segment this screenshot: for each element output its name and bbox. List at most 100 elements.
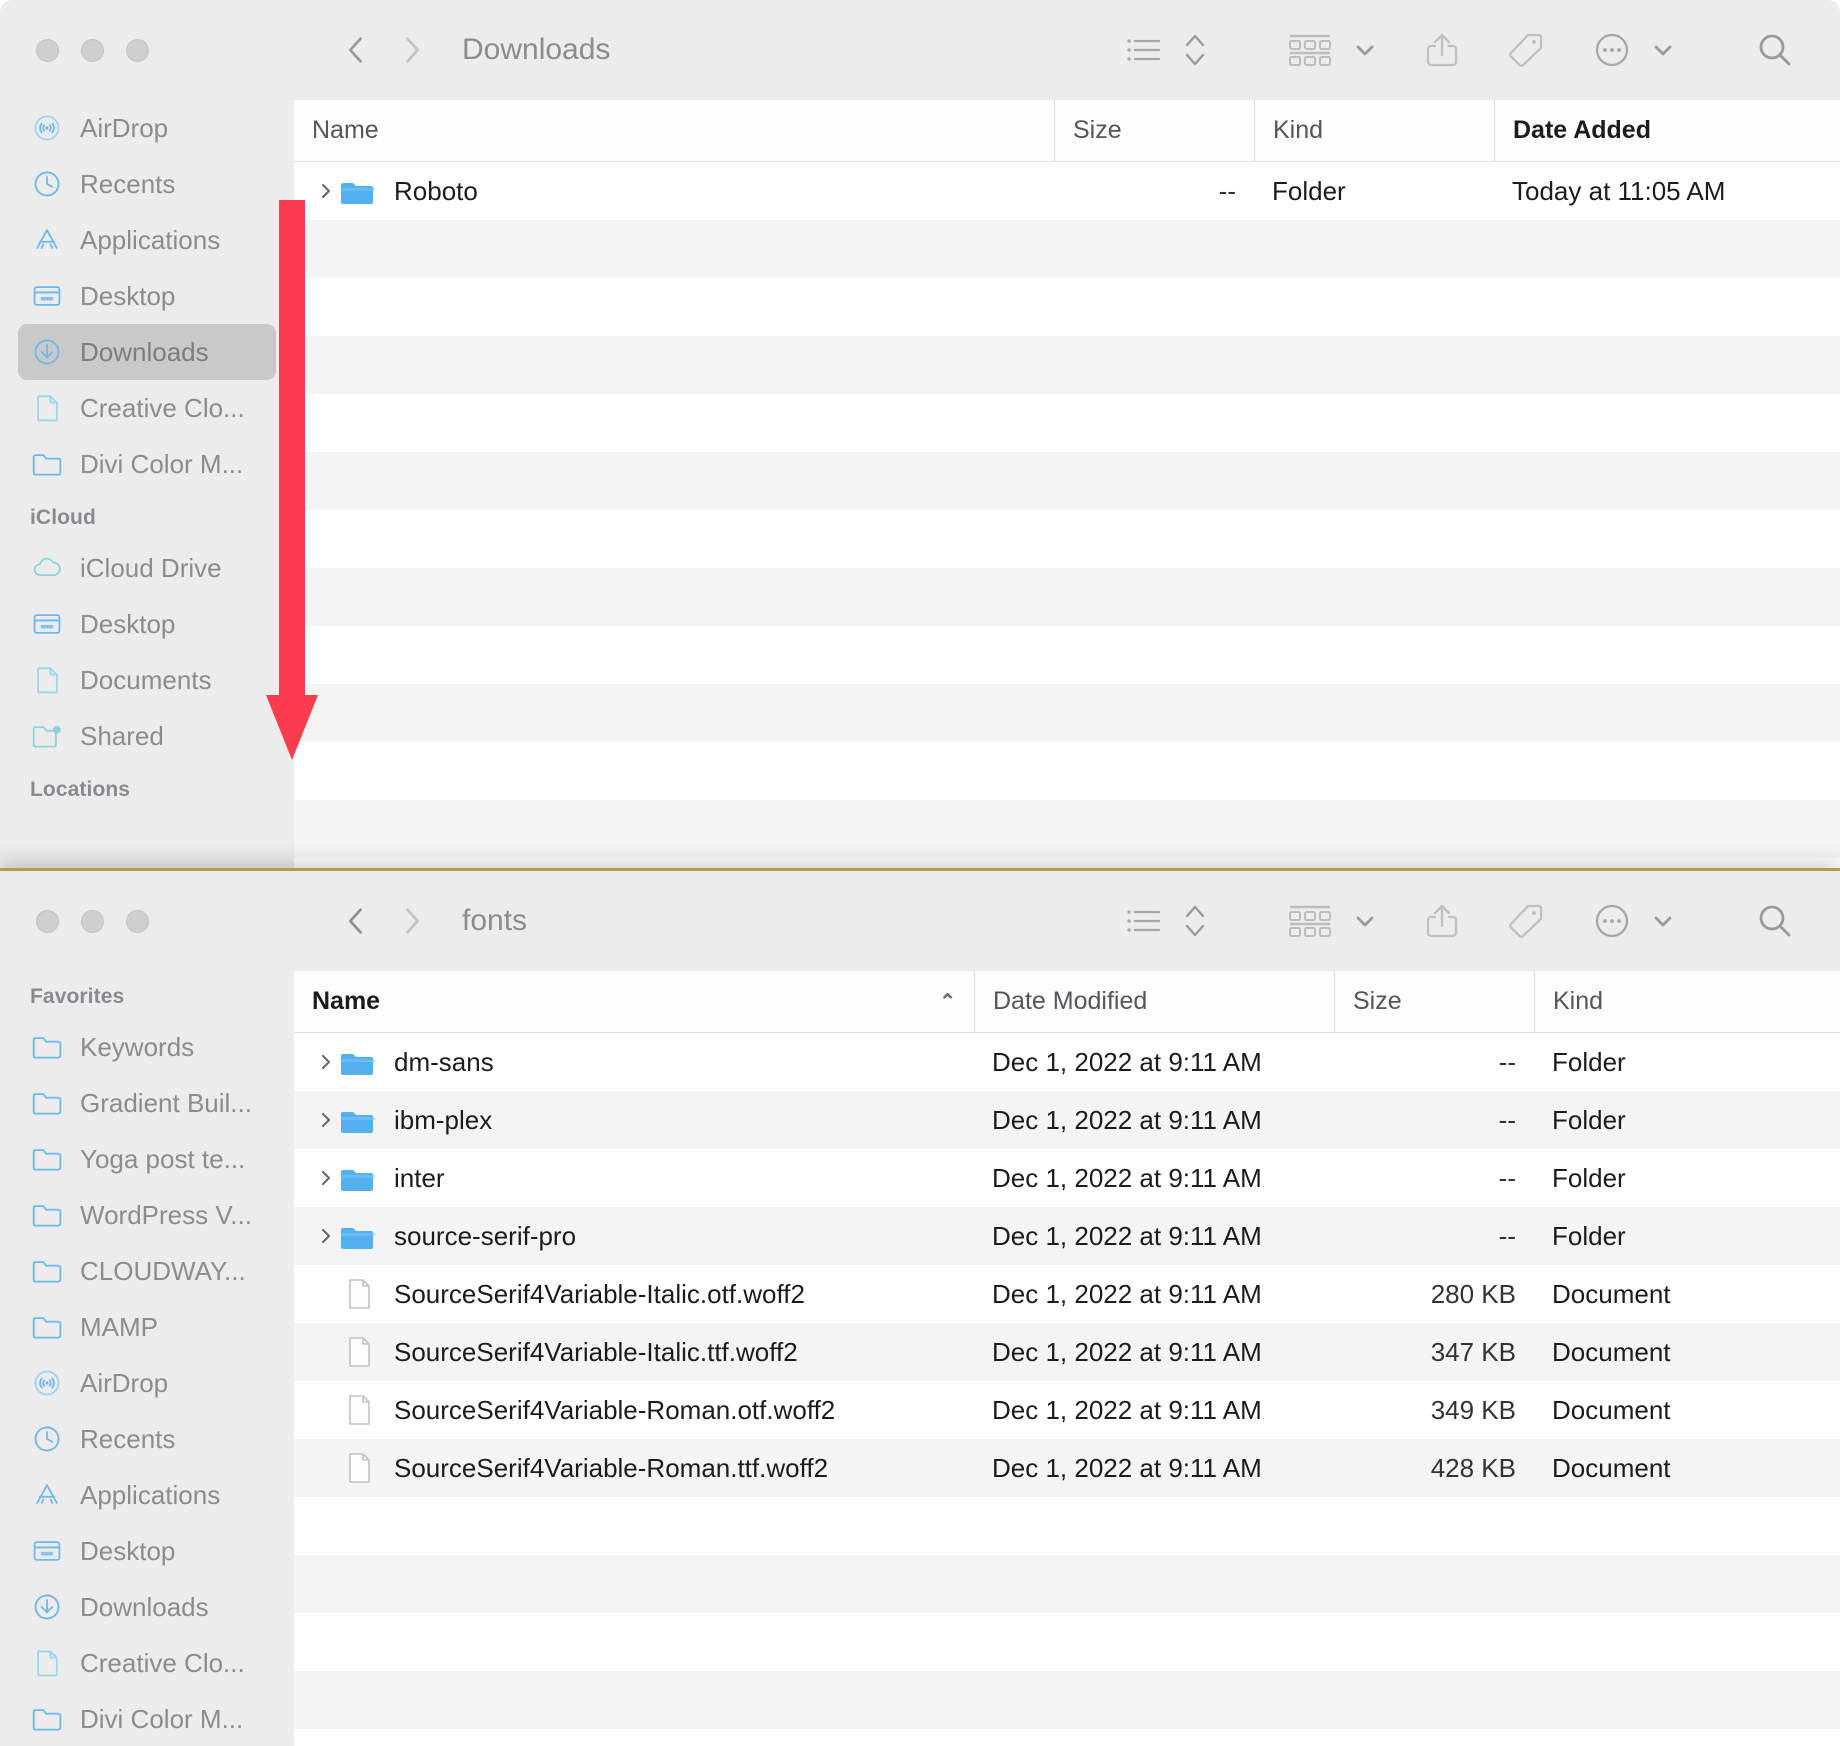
sidebar-item-airdrop[interactable]: AirDrop — [18, 1355, 276, 1411]
back-button[interactable] — [328, 33, 384, 67]
list-view-icon[interactable] — [1124, 33, 1164, 67]
group-by-icon[interactable] — [1286, 32, 1334, 68]
sidebar-item-documents[interactable]: Documents — [18, 652, 276, 708]
sidebar-item-recents[interactable]: Recents — [18, 1411, 276, 1467]
sidebar-item-airdrop[interactable]: AirDrop — [18, 100, 276, 156]
file-name-cell[interactable]: SourceSerif4Variable-Italic.ttf.woff2 — [294, 1323, 974, 1381]
sidebar-list[interactable]: AirDropRecentsApplications Desktop Downloa… — [0, 100, 294, 812]
chevron-down-icon[interactable] — [1650, 910, 1676, 932]
file-name-cell[interactable]: Roboto — [294, 162, 1054, 220]
chevron-down-icon[interactable] — [1352, 39, 1378, 61]
more-options-icon[interactable] — [1592, 30, 1632, 70]
folder-icon — [340, 175, 380, 207]
forward-button[interactable] — [384, 33, 440, 67]
column-header-kind[interactable]: Kind — [1254, 100, 1494, 161]
sidebar-list[interactable]: FavoritesKeywordsGradient Buil...Yoga po… — [0, 971, 294, 1746]
column-header-size[interactable]: Size — [1054, 100, 1254, 161]
file-name-cell[interactable]: SourceSerif4Variable-Italic.otf.woff2 — [294, 1265, 974, 1323]
sidebar-item-gradient-buil[interactable]: Gradient Buil... — [18, 1075, 276, 1131]
column-header-size[interactable]: Size — [1334, 971, 1534, 1032]
sidebar-item-recents[interactable]: Recents — [18, 156, 276, 212]
share-icon[interactable] — [1424, 30, 1460, 70]
sort-updown-icon[interactable] — [1182, 31, 1208, 69]
sidebar-item-cloudway[interactable]: CLOUDWAY... — [18, 1243, 276, 1299]
sidebar-item-wordpress-v[interactable]: WordPress V... — [18, 1187, 276, 1243]
file-list-downloads[interactable]: Roboto--FolderToday at 11:05 AM — [294, 162, 1840, 868]
sidebar-item-divi-color-m[interactable]: Divi Color M... — [18, 1691, 276, 1746]
sidebar-item-desktop[interactable]: Desktop — [18, 1523, 276, 1579]
file-name-cell[interactable]: inter — [294, 1149, 974, 1207]
column-header-date-modified[interactable]: Date Modified — [974, 971, 1334, 1032]
sidebar-item-mamp[interactable]: MAMP — [18, 1299, 276, 1355]
disclosure-triangle-icon[interactable] — [312, 180, 340, 202]
back-button[interactable] — [328, 904, 384, 938]
sidebar-item-creative-clo[interactable]: Creative Clo... — [18, 1635, 276, 1691]
sidebar-group-title: Locations — [18, 764, 276, 812]
file-name-cell[interactable]: ibm-plex — [294, 1091, 974, 1149]
search-icon[interactable] — [1754, 29, 1796, 71]
forward-button[interactable] — [384, 904, 440, 938]
table-row[interactable]: Roboto--FolderToday at 11:05 AM — [294, 162, 1840, 220]
sort-updown-icon[interactable] — [1182, 902, 1208, 940]
more-options-icon[interactable] — [1592, 901, 1632, 941]
downloads-icon — [30, 1590, 64, 1624]
search-icon[interactable] — [1754, 900, 1796, 942]
table-row[interactable]: SourceSerif4Variable-Roman.otf.woff2Dec … — [294, 1381, 1840, 1439]
sidebar-item-icloud-drive[interactable]: iCloud Drive — [18, 540, 276, 596]
list-view-icon[interactable] — [1124, 904, 1164, 938]
group-by-icon[interactable] — [1286, 903, 1334, 939]
file-name-cell[interactable]: dm-sans — [294, 1033, 974, 1091]
chevron-down-icon[interactable] — [1650, 39, 1676, 61]
document-icon — [30, 391, 64, 425]
sidebar-item-downloads[interactable]: Downloads — [18, 324, 276, 380]
zoom-button[interactable] — [126, 910, 149, 933]
share-icon[interactable] — [1424, 901, 1460, 941]
table-row[interactable]: SourceSerif4Variable-Italic.ttf.woff2Dec… — [294, 1323, 1840, 1381]
file-list-fonts[interactable]: dm-sansDec 1, 2022 at 9:11 AM--Folderibm… — [294, 1033, 1840, 1746]
tag-icon[interactable] — [1506, 901, 1546, 941]
sidebar-item-yoga-post-te[interactable]: Yoga post te... — [18, 1131, 276, 1187]
sidebar-item-desktop[interactable]: Desktop — [18, 596, 276, 652]
zoom-button[interactable] — [126, 39, 149, 62]
sidebar-item-desktop[interactable]: Desktop — [18, 268, 276, 324]
file-name-cell[interactable]: source-serif-pro — [294, 1207, 974, 1265]
traffic-lights[interactable] — [0, 871, 294, 971]
tag-icon[interactable] — [1506, 30, 1546, 70]
column-header-name[interactable]: Name — [294, 100, 1054, 161]
sidebar-item-applications[interactable]: Applications — [18, 1467, 276, 1523]
column-headers-fonts[interactable]: Name⌃Date ModifiedSizeKind — [294, 971, 1840, 1033]
column-header-kind[interactable]: Kind — [1534, 971, 1840, 1032]
file-date-added-cell: Today at 11:05 AM — [1494, 162, 1840, 220]
disclosure-triangle-icon[interactable] — [312, 1109, 340, 1131]
table-row[interactable]: interDec 1, 2022 at 9:11 AM--Folder — [294, 1149, 1840, 1207]
table-row[interactable]: dm-sansDec 1, 2022 at 9:11 AM--Folder — [294, 1033, 1840, 1091]
chevron-down-icon[interactable] — [1352, 910, 1378, 932]
table-row[interactable]: ibm-plexDec 1, 2022 at 9:11 AM--Folder — [294, 1091, 1840, 1149]
sidebar-item-applications[interactable]: Applications — [18, 212, 276, 268]
column-headers-downloads[interactable]: NameSizeKindDate Added — [294, 100, 1840, 162]
table-row[interactable]: source-serif-proDec 1, 2022 at 9:11 AM--… — [294, 1207, 1840, 1265]
sidebar-item-shared[interactable]: Shared — [18, 708, 276, 764]
disclosure-triangle-icon[interactable] — [312, 1051, 340, 1073]
sidebar-item-label: Keywords — [80, 1032, 194, 1063]
minimize-button[interactable] — [81, 910, 104, 933]
close-button[interactable] — [36, 910, 59, 933]
disclosure-triangle-icon[interactable] — [312, 1167, 340, 1189]
file-name-cell[interactable]: SourceSerif4Variable-Roman.ttf.woff2 — [294, 1439, 974, 1497]
traffic-lights[interactable] — [0, 0, 294, 100]
close-button[interactable] — [36, 39, 59, 62]
column-header-name[interactable]: Name⌃ — [294, 971, 974, 1032]
minimize-button[interactable] — [81, 39, 104, 62]
sidebar-item-label: Desktop — [80, 281, 175, 312]
table-row[interactable]: SourceSerif4Variable-Italic.otf.woff2Dec… — [294, 1265, 1840, 1323]
column-header-label: Name — [312, 987, 380, 1016]
sidebar-item-downloads[interactable]: Downloads — [18, 1579, 276, 1635]
sidebar-item-divi-color-m[interactable]: Divi Color M... — [18, 436, 276, 492]
sidebar-item-keywords[interactable]: Keywords — [18, 1019, 276, 1075]
column-header-date-added[interactable]: Date Added — [1494, 100, 1840, 161]
disclosure-triangle-icon[interactable] — [312, 1225, 340, 1247]
sidebar-item-creative-clo[interactable]: Creative Clo... — [18, 380, 276, 436]
file-name-cell[interactable]: SourceSerif4Variable-Roman.otf.woff2 — [294, 1381, 974, 1439]
table-row[interactable]: SourceSerif4Variable-Roman.ttf.woff2Dec … — [294, 1439, 1840, 1497]
file-size-cell: -- — [1054, 162, 1254, 220]
